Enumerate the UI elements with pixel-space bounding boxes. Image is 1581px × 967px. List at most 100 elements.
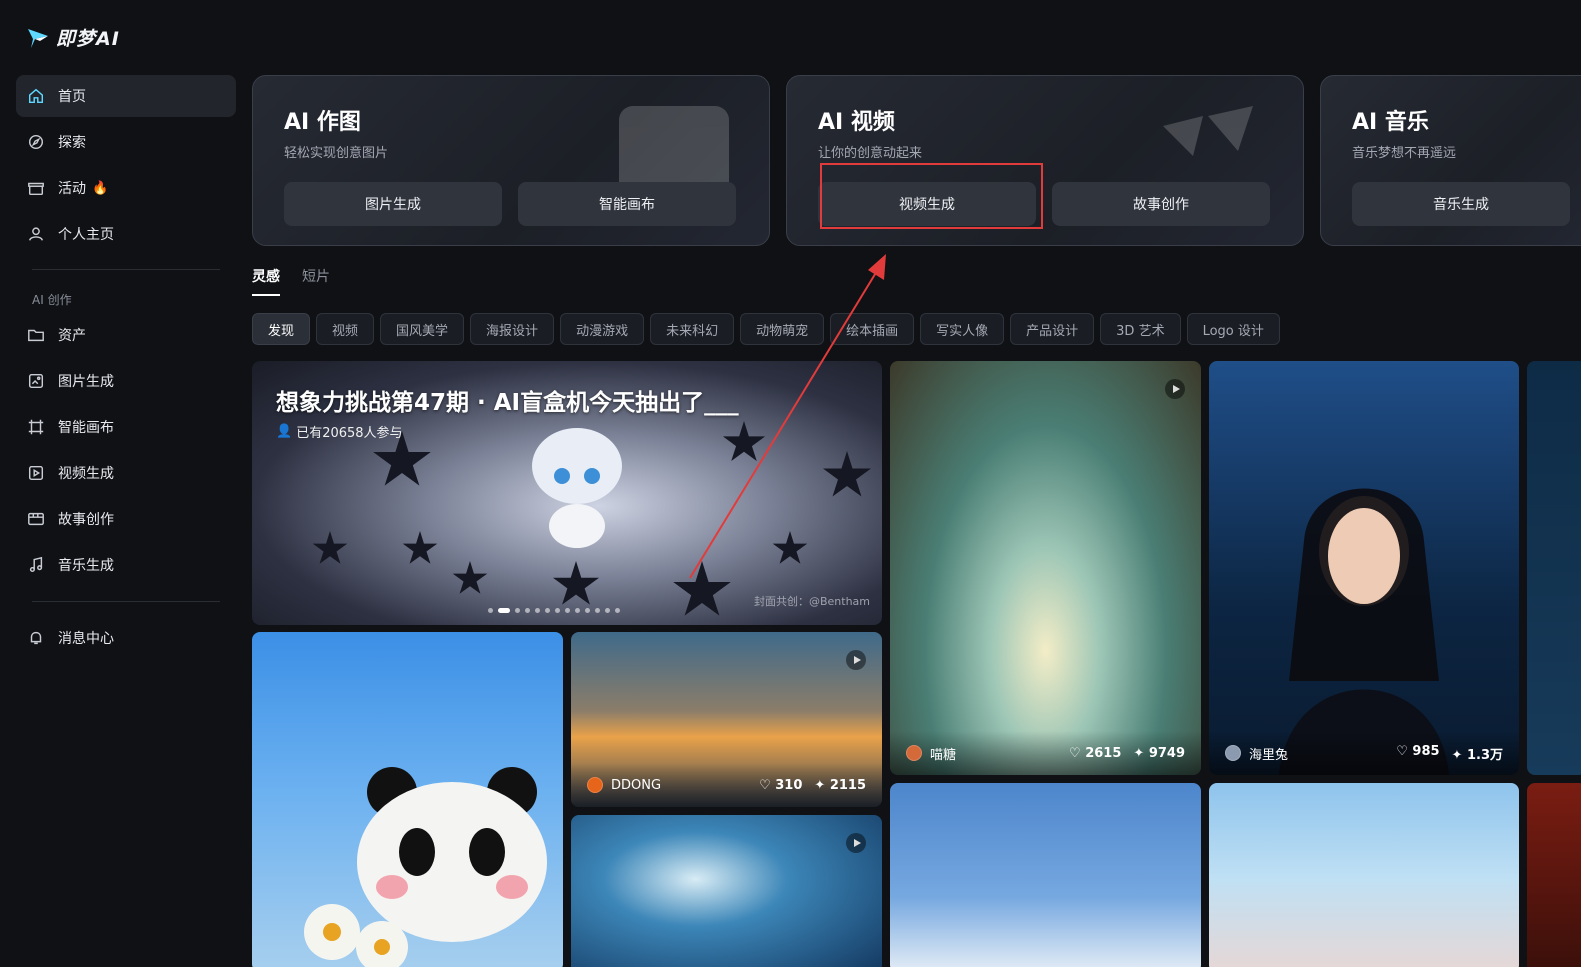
- work-card-clouds[interactable]: [890, 783, 1201, 967]
- author-name: DDONG: [611, 777, 662, 793]
- chip-pets[interactable]: 动物萌宠: [740, 313, 825, 345]
- chip-poster[interactable]: 海报设计: [470, 313, 555, 345]
- work-meta: DDONG ♡ 310 ✦ 2115: [571, 763, 882, 807]
- work-card-portrait[interactable]: 海里兔 ♡ 985 ✦ 1.3万: [1209, 361, 1519, 775]
- sidebar-item-story[interactable]: 故事创作: [16, 498, 236, 540]
- sidebar-bottom-nav: 消息中心: [16, 617, 236, 663]
- sidebar-item-music[interactable]: 音乐生成: [16, 544, 236, 586]
- toy-figure-illustration: [532, 428, 622, 548]
- banner-credit: 封面共创：@Bentham: [753, 595, 870, 608]
- chip-scifi[interactable]: 未来科幻: [650, 313, 735, 345]
- smart-canvas-button[interactable]: 智能画布: [518, 182, 736, 226]
- sidebar: 即梦AI 首页 探索 活动 🔥 个人主页 AI 创作 资产 图片生成 智能画布 …: [0, 0, 248, 967]
- home-icon: [26, 86, 46, 106]
- panda-illustration: [304, 767, 547, 967]
- play-icon: [1165, 379, 1185, 399]
- work-card-silk[interactable]: 喵糖 ♡ 2615 ✦ 9749: [890, 361, 1201, 775]
- music-icon: [26, 555, 46, 575]
- work-card-panda[interactable]: [252, 632, 563, 967]
- card-subtitle: 轻松实现创意图片: [284, 146, 389, 161]
- card-subtitle: 音乐梦想不再遥远: [1352, 146, 1457, 161]
- tab-shorts[interactable]: 短片: [302, 266, 330, 296]
- like-count[interactable]: ♡ 310: [759, 778, 802, 793]
- banner-participants: 👤 已有20658人参与: [276, 424, 403, 441]
- content-tabs: 灵感 短片: [252, 266, 330, 296]
- sidebar-item-video-gen[interactable]: 视频生成: [16, 452, 236, 494]
- work-card-sunset[interactable]: DDONG ♡ 310 ✦ 2115: [571, 632, 882, 807]
- use-count: ✦ 1.3万: [1451, 747, 1503, 763]
- sidebar-item-home[interactable]: 首页: [16, 75, 236, 117]
- sidebar-item-image-gen[interactable]: 图片生成: [16, 360, 236, 402]
- sidebar-item-label: 视频生成: [58, 466, 114, 482]
- chip-logo[interactable]: Logo 设计: [1186, 313, 1280, 345]
- sidebar-item-label: 智能画布: [58, 420, 114, 436]
- sidebar-item-canvas[interactable]: 智能画布: [16, 406, 236, 448]
- tab-inspiration[interactable]: 灵感: [252, 266, 280, 296]
- sidebar-item-profile[interactable]: 个人主页: [16, 213, 236, 255]
- chip-anime-game[interactable]: 动漫游戏: [560, 313, 645, 345]
- sidebar-item-label: 探索: [58, 135, 86, 151]
- chip-video[interactable]: 视频: [316, 313, 375, 345]
- sidebar-item-label: 图片生成: [58, 374, 114, 390]
- like-count[interactable]: ♡ 2615: [1069, 746, 1121, 761]
- author-name: 喵糖: [930, 747, 957, 763]
- folder-icon: [26, 325, 46, 345]
- sidebar-item-label: 消息中心: [58, 631, 114, 647]
- like-count[interactable]: ♡ 985: [1396, 744, 1439, 763]
- story-icon: [26, 509, 46, 529]
- canvas-icon: [26, 417, 46, 437]
- user-icon: 👤: [276, 424, 293, 439]
- image-gen-icon: [26, 371, 46, 391]
- story-create-button[interactable]: 故事创作: [1052, 182, 1270, 226]
- play-icon: [846, 650, 866, 670]
- chip-3d-art[interactable]: 3D 艺术: [1100, 313, 1181, 345]
- gift-icon: [26, 178, 46, 198]
- annotation-highlight-box: [820, 163, 1043, 229]
- sidebar-item-label: 首页: [58, 89, 86, 105]
- compass-icon: [26, 132, 46, 152]
- card-subtitle: 让你的创意动起来: [818, 146, 923, 161]
- card-title: AI 音乐: [1352, 110, 1429, 135]
- avatar: [1225, 745, 1241, 761]
- card-title: AI 作图: [284, 110, 361, 135]
- sidebar-item-label: 个人主页: [58, 227, 114, 243]
- sidebar-divider: [32, 601, 220, 602]
- chip-illustration[interactable]: 绘本插画: [830, 313, 915, 345]
- sidebar-item-label: 故事创作: [58, 512, 114, 528]
- section-label-ai-create: AI 创作: [32, 293, 72, 307]
- work-meta: 海里兔 ♡ 985 ✦ 1.3万: [1209, 731, 1519, 775]
- sidebar-item-label: 活动: [58, 181, 86, 197]
- image-gen-button[interactable]: 图片生成: [284, 182, 502, 226]
- portrait-illustration: [1279, 488, 1449, 775]
- chip-guofeng[interactable]: 国风美学: [380, 313, 465, 345]
- sidebar-create-nav: 资产 图片生成 智能画布 视频生成 故事创作 音乐生成: [16, 314, 236, 590]
- work-card-partial[interactable]: [1527, 783, 1581, 967]
- bell-icon: [26, 628, 46, 648]
- work-card-partial[interactable]: [1527, 361, 1581, 775]
- work-card-water[interactable]: [571, 815, 882, 967]
- sidebar-main-nav: 首页 探索 活动 🔥 个人主页: [16, 75, 236, 259]
- use-count: ✦ 9749: [1133, 745, 1185, 761]
- logo-mark-icon: [28, 28, 48, 48]
- banner-title: 想象力挑战第47期 · AI盲盒机今天抽出了___: [276, 390, 739, 416]
- work-card-house[interactable]: [1209, 783, 1519, 967]
- sidebar-item-events[interactable]: 活动 🔥: [16, 167, 236, 209]
- avatar: [906, 745, 922, 761]
- chip-discover[interactable]: 发现: [252, 313, 311, 345]
- brand-name: 即梦AI: [56, 28, 120, 50]
- carousel-dots[interactable]: [488, 608, 620, 613]
- category-chips: 发现 视频 国风美学 海报设计 动漫游戏 未来科幻 动物萌宠 绘本插画 写实人像…: [252, 313, 1280, 345]
- sidebar-item-assets[interactable]: 资产: [16, 314, 236, 356]
- sidebar-item-messages[interactable]: 消息中心: [16, 617, 236, 659]
- fire-icon: 🔥: [92, 180, 109, 196]
- user-icon: [26, 224, 46, 244]
- card-ai-image: AI 作图 轻松实现创意图片 图片生成 智能画布: [252, 75, 770, 246]
- avatar: [587, 777, 603, 793]
- challenge-banner[interactable]: 想象力挑战第47期 · AI盲盒机今天抽出了___ 👤 已有20658人参与 封…: [252, 361, 882, 625]
- music-gen-button[interactable]: 音乐生成: [1352, 182, 1570, 226]
- chip-product[interactable]: 产品设计: [1010, 313, 1095, 345]
- brand-logo[interactable]: 即梦AI: [26, 24, 120, 51]
- chip-portrait[interactable]: 写实人像: [920, 313, 1005, 345]
- video-gen-icon: [26, 463, 46, 483]
- sidebar-item-explore[interactable]: 探索: [16, 121, 236, 163]
